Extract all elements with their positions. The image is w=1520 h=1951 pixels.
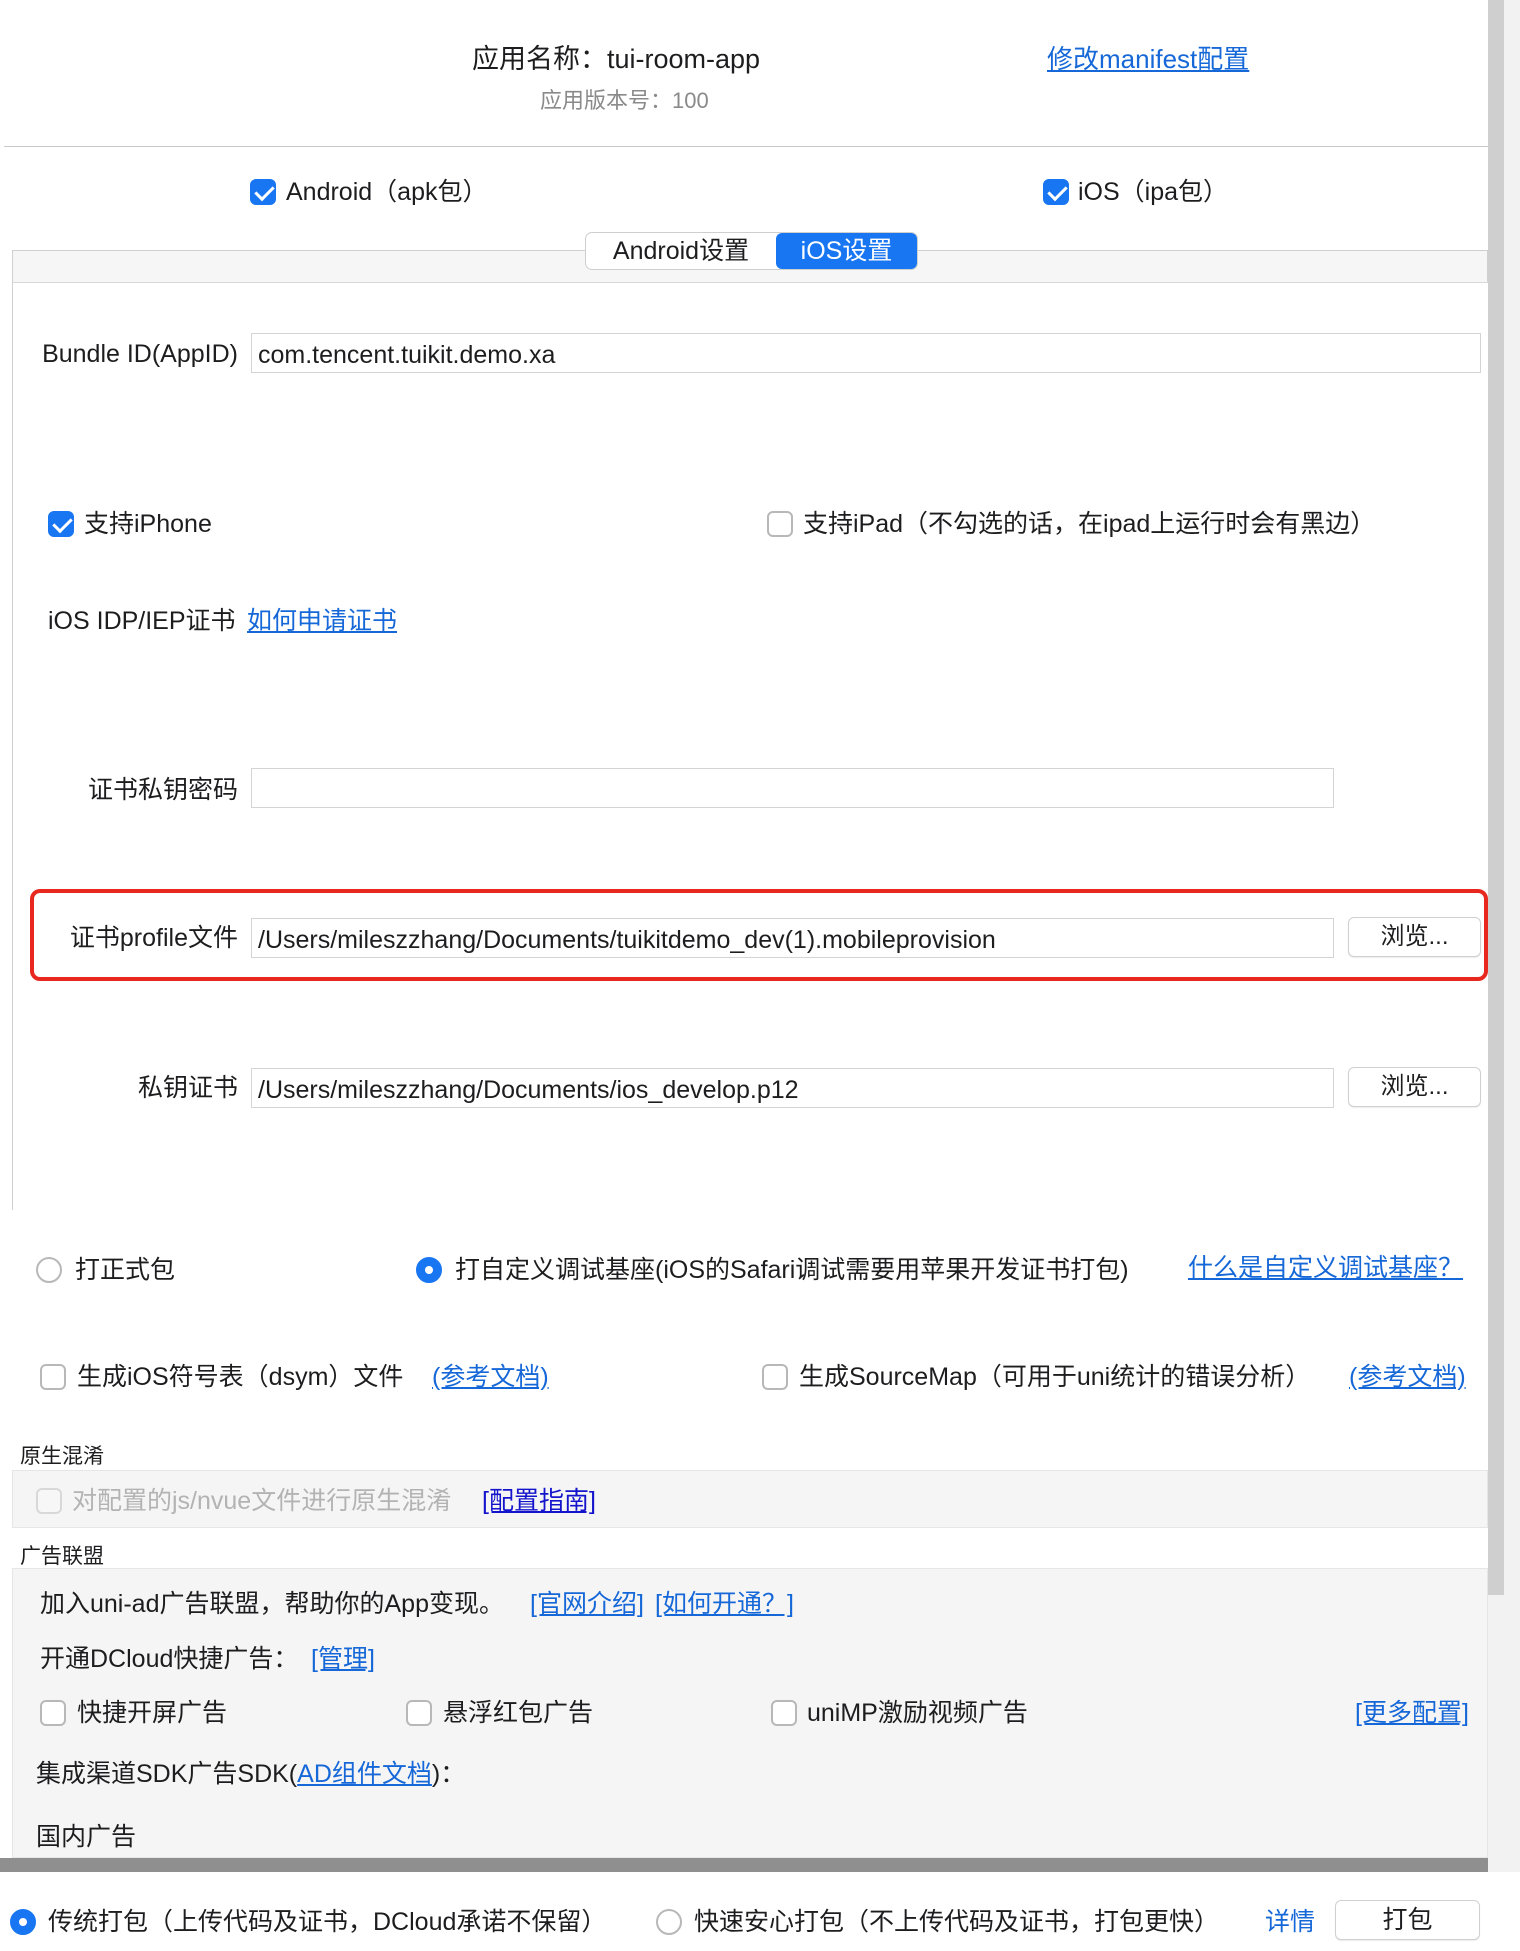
ads-join-text: 加入uni-ad广告联盟，帮助你的App变现。 [40,1590,504,1618]
sourcemap-label: 生成SourceMap（可用于uni统计的错误分析） [799,1363,1311,1391]
custom-base-label: 打自定义调试基座(iOS的Safari调试需要用苹果开发证书打包) [455,1256,1129,1284]
android-label: Android（apk包） [286,178,488,206]
ads-dcloud-text: 开通DCloud快捷广告： [40,1645,299,1673]
support-iphone-label: 支持iPhone [84,510,212,538]
floating-ad-checkbox[interactable] [406,1700,432,1726]
custom-base-radio[interactable] [416,1257,442,1283]
release-label: 打正式包 [75,1256,176,1284]
android-checkbox[interactable] [250,179,276,205]
private-key-label: 私钥证书 [137,1074,238,1102]
domestic-ads-label: 国内广告 [36,1823,137,1851]
ads-more-config-link[interactable]: [更多配置] [1355,1701,1469,1726]
tab-android-settings[interactable]: Android设置 [586,233,776,269]
private-key-browse-button[interactable]: 浏览... [1348,1067,1481,1107]
support-iphone-checkbox[interactable] [48,511,74,537]
profile-input[interactable]: /Users/mileszzhang/Documents/tuikitdemo_… [251,918,1334,958]
ads-howto-link[interactable]: [如何开通？] [655,1592,794,1617]
dsym-label: 生成iOS符号表（dsym）文件 [77,1363,404,1391]
profile-browse-button[interactable]: 浏览... [1348,917,1481,957]
splash-ad-checkbox[interactable] [40,1700,66,1726]
release-radio[interactable] [36,1257,62,1283]
scrollbar[interactable] [1488,0,1504,1595]
obfuscation-section-title: 原生混淆 [20,1445,104,1468]
obfuscation-label: 对配置的js/nvue文件进行原生混淆 [72,1487,452,1515]
bottom-separator [0,1858,1488,1872]
support-ipad-label: 支持iPad（不勾选的话，在ipad上运行时会有黑边） [803,510,1376,538]
obfuscation-guide-link[interactable]: [配置指南] [482,1489,596,1514]
dsym-checkbox[interactable] [40,1364,66,1390]
ads-sdk-text: 集成渠道SDK广告SDK(AD组件文档)： [36,1762,465,1787]
ios-checkbox[interactable] [1043,179,1069,205]
app-name: 应用名称：tui-room-app [472,44,761,74]
cert-howto-link[interactable]: 如何申请证书 [247,609,397,634]
ads-sdk-prefix: 集成渠道SDK广告SDK( [36,1760,298,1788]
fast-pack-label: 快速安心打包（不上传代码及证书，打包更快） [694,1908,1220,1936]
profile-label: 证书profile文件 [69,924,238,952]
cert-password-input[interactable] [251,768,1334,808]
what-is-custom-base-link[interactable]: 什么是自定义调试基座？ [1188,1256,1463,1281]
video-ad-checkbox[interactable] [771,1700,797,1726]
ads-manage-link[interactable]: [管理] [311,1647,375,1672]
ads-sdk-suffix: )： [431,1760,466,1788]
sourcemap-checkbox[interactable] [762,1364,788,1390]
tab-ios-settings[interactable]: iOS设置 [776,233,917,269]
details-link[interactable]: 详情 [1265,1910,1315,1935]
sourcemap-doc-link[interactable]: (参考文档) [1349,1365,1466,1390]
splash-ad-label: 快捷开屏广告 [77,1699,228,1727]
private-key-input[interactable]: /Users/mileszzhang/Documents/ios_develop… [251,1068,1334,1108]
edit-manifest-link[interactable]: 修改manifest配置 [1047,46,1249,72]
fast-pack-radio[interactable] [656,1909,682,1935]
pack-button[interactable]: 打包 [1335,1900,1480,1940]
cert-password-label: 证书私钥密码 [87,776,238,804]
app-version: 应用版本号：100 [540,88,709,113]
traditional-pack-radio[interactable] [10,1909,36,1935]
ads-section-title: 广告联盟 [20,1545,104,1568]
traditional-pack-label: 传统打包（上传代码及证书，DCloud承诺不保留） [48,1908,607,1936]
floating-ad-label: 悬浮红包广告 [443,1699,594,1727]
bundle-id-input[interactable]: com.tencent.tuikit.demo.xa [251,333,1481,373]
support-ipad-checkbox[interactable] [767,511,793,537]
horizontal-divider [4,146,1488,147]
dsym-doc-link[interactable]: (参考文档) [432,1365,549,1390]
obfuscation-checkbox[interactable] [36,1488,62,1514]
cert-type-label: iOS IDP/IEP证书 [48,607,236,635]
bundle-id-label: Bundle ID(AppID) [42,340,238,368]
ads-sdk-doc-link[interactable]: AD组件文档 [297,1760,432,1788]
video-ad-label: uniMP激励视频广告 [807,1699,1028,1727]
ios-label: iOS（ipa包） [1078,178,1229,206]
ads-official-link[interactable]: [官网介绍] [530,1592,644,1617]
